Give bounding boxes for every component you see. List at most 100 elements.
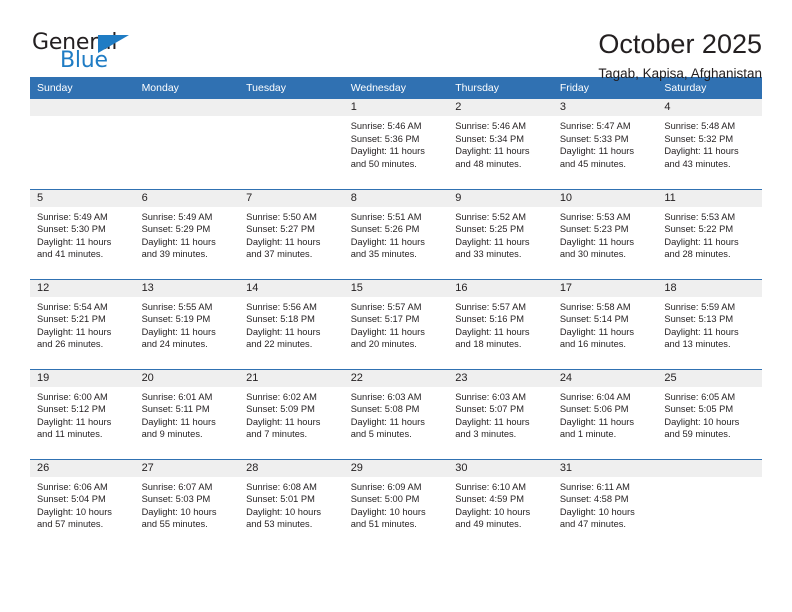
page-header: General Blue October 2025 Tagab, Kapisa,… [30,0,762,82]
calendar-day-cell[interactable]: 27 Sunrise: 6:07 AM Sunset: 5:03 PM Dayligh… [134,458,240,549]
day-cell-inner [30,99,135,189]
calendar-cell-empty [134,99,240,189]
day-cell-inner: 21 Sunrise: 6:02 AM Sunset: 5:09 PM Dayligh… [239,369,344,459]
day-detail-sunset: Sunset: 5:07 PM [455,404,524,415]
day-cell-inner: 28 Sunrise: 6:08 AM Sunset: 5:01 PM Dayligh… [239,459,344,550]
day-cell-inner: 18 Sunrise: 5:59 AM Sunset: 5:13 PM Dayligh… [657,279,762,369]
day-number: 21 [239,369,344,387]
day-detail-sunrise: Sunrise: 6:10 AM [455,481,527,492]
calendar-day-cell[interactable]: 10 Sunrise: 5:53 AM Sunset: 5:23 PM Dayligh… [552,188,658,279]
calendar-day-cell[interactable]: 16 Sunrise: 5:57 AM Sunset: 5:16 PM Dayligh… [448,278,553,369]
day-cell-inner: 6 Sunrise: 5:49 AM Sunset: 5:29 PM Daylight… [134,189,240,279]
day-detail-sunset: Sunset: 5:05 PM [664,404,734,415]
day-cell-inner: 2 Sunrise: 5:46 AM Sunset: 5:34 PM Daylight… [448,99,553,189]
day-detail-sunset: Sunset: 5:23 PM [559,224,629,235]
day-detail-sunset: Sunset: 5:32 PM [664,133,734,144]
calendar-day-cell[interactable]: 1 Sunrise: 5:46 AM Sunset: 5:36 PM Daylight… [343,99,449,189]
calendar-day-cell[interactable]: 12 Sunrise: 5:54 AM Sunset: 5:21 PM Dayligh… [30,278,135,369]
calendar-day-cell[interactable]: 5 Sunrise: 5:49 AM Sunset: 5:30 PM Daylight… [30,188,135,279]
day-detail-sunrise: Sunrise: 6:09 AM [350,481,422,492]
day-detail-sunrise: Sunrise: 6:03 AM [455,391,527,402]
day-number: 28 [239,459,344,477]
weekday-header-wednesday: Wednesday [343,77,449,99]
calendar-day-cell[interactable]: 9 Sunrise: 5:52 AM Sunset: 5:25 PM Daylight… [448,188,553,279]
day-detail-daylight1: Daylight: 11 hours [664,236,739,247]
day-number [30,99,135,116]
day-detail-sunrise: Sunrise: 5:53 AM [559,211,631,222]
day-detail-daylight1: Daylight: 10 hours [455,506,531,517]
day-cell-inner: 11 Sunrise: 5:53 AM Sunset: 5:22 PM Dayligh… [657,189,762,279]
calendar-day-cell[interactable]: 13 Sunrise: 5:55 AM Sunset: 5:19 PM Dayligh… [134,278,240,369]
day-cell-inner: 22 Sunrise: 6:03 AM Sunset: 5:08 PM Dayligh… [343,369,449,459]
day-detail-daylight2: and 18 minutes. [455,339,522,350]
day-detail-sunset: Sunset: 5:16 PM [455,314,524,325]
day-detail-sunset: Sunset: 5:25 PM [455,224,524,235]
calendar-day-cell[interactable]: 22 Sunrise: 6:03 AM Sunset: 5:08 PM Dayligh… [343,368,449,459]
day-details: Sunrise: 5:48 AM Sunset: 5:32 PM Daylight:… [657,116,762,170]
calendar-day-cell[interactable]: 28 Sunrise: 6:08 AM Sunset: 5:01 PM Dayligh… [239,458,344,550]
day-detail-sunset: Sunset: 5:27 PM [246,224,315,235]
day-detail-sunrise: Sunrise: 5:46 AM [350,121,422,131]
day-details: Sunrise: 6:08 AM Sunset: 5:01 PM Daylight:… [239,477,344,531]
day-cell-inner: 1 Sunrise: 5:46 AM Sunset: 5:36 PM Daylight… [343,99,449,189]
calendar-day-cell[interactable]: 7 Sunrise: 5:50 AM Sunset: 5:27 PM Daylight… [239,188,344,279]
day-detail-daylight2: and 11 minutes. [37,429,103,440]
calendar-day-cell[interactable]: 6 Sunrise: 5:49 AM Sunset: 5:29 PM Daylight… [134,188,240,279]
calendar-day-cell[interactable]: 25 Sunrise: 6:05 AM Sunset: 5:05 PM Dayligh… [657,368,762,459]
calendar-day-cell[interactable]: 4 Sunrise: 5:48 AM Sunset: 5:32 PM Daylight… [657,99,762,189]
day-details: Sunrise: 6:06 AM Sunset: 5:04 PM Daylight:… [30,477,135,531]
calendar-day-cell[interactable]: 24 Sunrise: 6:04 AM Sunset: 5:06 PM Dayligh… [552,368,658,459]
day-details [239,116,344,120]
day-details [657,477,762,481]
calendar-day-cell[interactable]: 18 Sunrise: 5:59 AM Sunset: 5:13 PM Dayligh… [657,278,762,369]
day-number: 4 [657,99,762,116]
calendar-day-cell[interactable]: 14 Sunrise: 5:56 AM Sunset: 5:18 PM Dayligh… [239,278,344,369]
day-detail-sunset: Sunset: 5:09 PM [246,404,315,415]
day-detail-sunset: Sunset: 5:03 PM [141,494,211,505]
page-title: October 2025 [598,29,762,59]
day-detail-daylight1: Daylight: 11 hours [141,236,216,247]
calendar-day-cell[interactable]: 11 Sunrise: 5:53 AM Sunset: 5:22 PM Dayligh… [657,188,762,279]
day-number: 27 [134,459,240,477]
calendar-day-cell[interactable]: 15 Sunrise: 5:57 AM Sunset: 5:17 PM Dayligh… [343,278,449,369]
day-detail-daylight2: and 37 minutes. [246,249,313,260]
day-cell-inner: 8 Sunrise: 5:51 AM Sunset: 5:26 PM Daylight… [343,189,449,279]
day-details: Sunrise: 6:01 AM Sunset: 5:11 PM Daylight:… [135,387,240,441]
day-number: 15 [343,279,449,297]
calendar-day-cell[interactable]: 17 Sunrise: 5:58 AM Sunset: 5:14 PM Dayligh… [552,278,658,369]
calendar-day-cell[interactable]: 23 Sunrise: 6:03 AM Sunset: 5:07 PM Dayligh… [448,368,553,459]
calendar-day-cell[interactable]: 31 Sunrise: 6:11 AM Sunset: 4:58 PM Dayligh… [552,458,658,549]
day-detail-daylight1: Daylight: 11 hours [559,236,635,247]
day-number: 19 [30,369,135,387]
day-detail-daylight2: and 22 minutes. [246,339,313,350]
calendar-day-cell[interactable]: 20 Sunrise: 6:01 AM Sunset: 5:11 PM Dayligh… [134,368,240,459]
day-detail-sunrise: Sunrise: 5:59 AM [664,301,736,312]
calendar-day-cell[interactable]: 29 Sunrise: 6:09 AM Sunset: 5:00 PM Dayligh… [343,458,449,549]
day-cell-inner: 23 Sunrise: 6:03 AM Sunset: 5:07 PM Dayligh… [448,369,553,459]
calendar-day-cell[interactable]: 21 Sunrise: 6:02 AM Sunset: 5:09 PM Dayligh… [239,368,344,459]
calendar-day-cell[interactable]: 19 Sunrise: 6:00 AM Sunset: 5:12 PM Dayligh… [30,368,135,459]
calendar-day-cell[interactable]: 3 Sunrise: 5:47 AM Sunset: 5:33 PM Daylight… [552,99,658,189]
day-detail-daylight1: Daylight: 11 hours [246,416,321,427]
calendar-day-cell[interactable]: 26 Sunrise: 6:06 AM Sunset: 5:04 PM Dayligh… [30,458,135,549]
day-cell-inner: 30 Sunrise: 6:10 AM Sunset: 4:59 PM Dayligh… [448,459,553,550]
day-number: 23 [448,369,553,387]
day-detail-sunrise: Sunrise: 6:07 AM [141,481,213,492]
day-number: 22 [343,369,449,387]
day-cell-inner: 17 Sunrise: 5:58 AM Sunset: 5:14 PM Dayligh… [552,279,658,369]
day-detail-daylight1: Daylight: 11 hours [141,326,216,337]
day-detail-daylight2: and 50 minutes. [350,158,417,169]
day-cell-inner [657,459,762,550]
calendar-day-cell[interactable]: 2 Sunrise: 5:46 AM Sunset: 5:34 PM Daylight… [448,99,553,189]
day-details: Sunrise: 5:58 AM Sunset: 5:14 PM Daylight:… [553,297,658,351]
day-detail-sunrise: Sunrise: 5:55 AM [141,301,213,312]
day-details: Sunrise: 6:11 AM Sunset: 4:58 PM Daylight:… [553,477,658,531]
weekday-header-thursday: Thursday [448,77,553,99]
day-cell-inner: 4 Sunrise: 5:48 AM Sunset: 5:32 PM Daylight… [657,99,762,189]
day-detail-daylight2: and 41 minutes. [37,249,104,260]
day-cell-inner: 16 Sunrise: 5:57 AM Sunset: 5:16 PM Dayligh… [448,279,553,369]
day-detail-daylight1: Daylight: 10 hours [350,506,426,517]
calendar-day-cell[interactable]: 8 Sunrise: 5:51 AM Sunset: 5:26 PM Daylight… [343,188,449,279]
calendar-day-cell[interactable]: 30 Sunrise: 6:10 AM Sunset: 4:59 PM Dayligh… [448,458,553,550]
general-blue-logo[interactable]: General Blue [30,30,150,80]
